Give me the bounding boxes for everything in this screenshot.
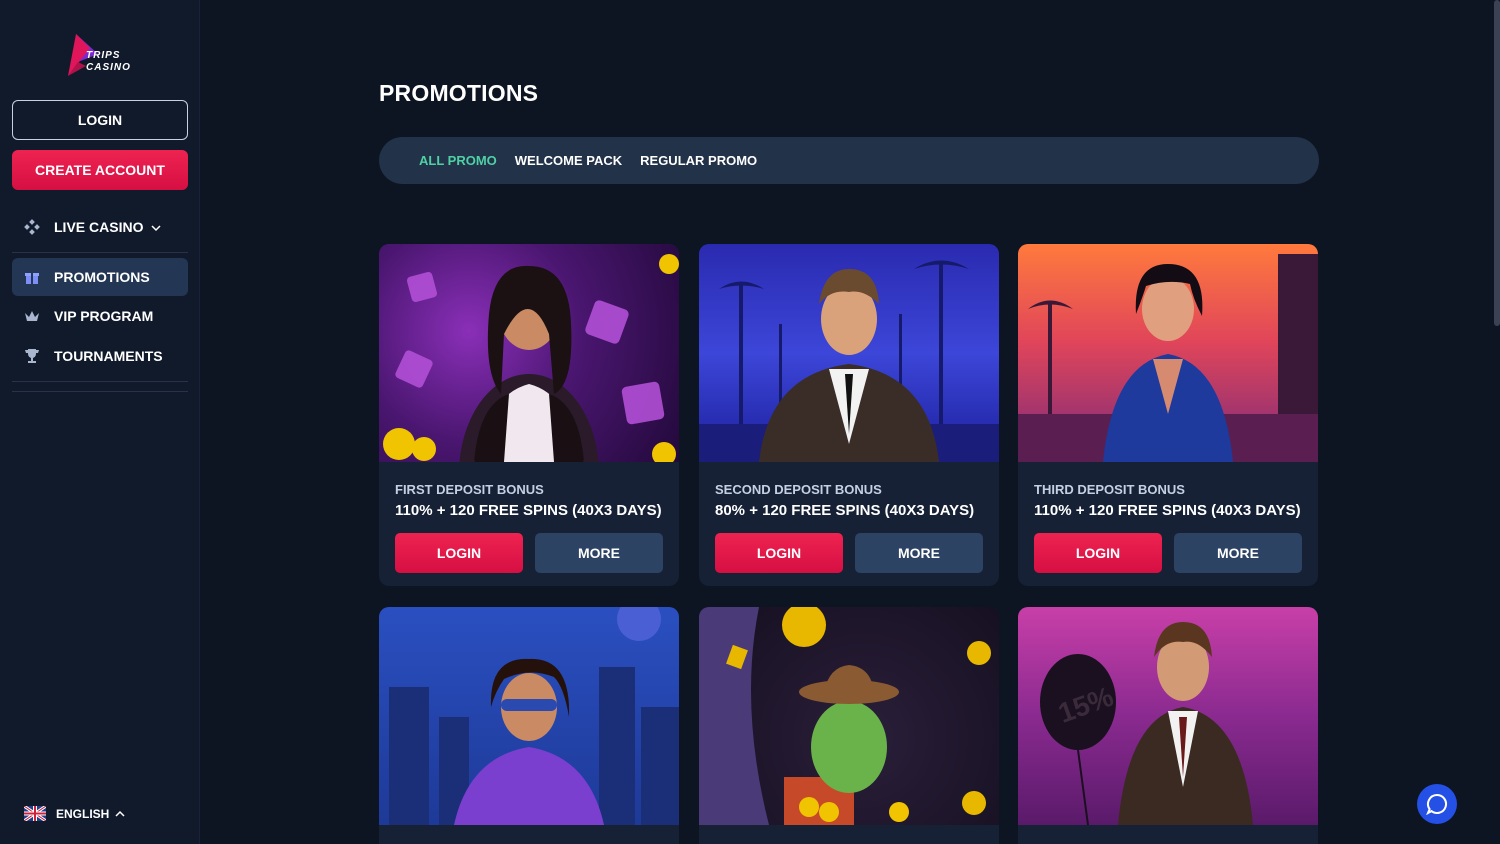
promo-kicker: THIRD DEPOSIT BONUS — [1034, 482, 1185, 497]
language-selector[interactable]: ENGLISH — [24, 806, 125, 821]
sidebar-item-label: PROMOTIONS — [54, 269, 150, 285]
promo-offer: 110% + 120 FREE SPINS (40X3 DAYS) — [395, 502, 662, 519]
sidebar-item-promotions[interactable]: PROMOTIONS — [12, 258, 188, 296]
gift-icon — [24, 269, 40, 285]
sidebar-item-vip-program[interactable]: VIP PROGRAM — [12, 297, 188, 335]
more-button[interactable]: MORE — [535, 533, 663, 573]
sidebar-divider — [12, 391, 188, 392]
login-button[interactable]: LOGIN — [395, 533, 523, 573]
chevron-down-icon — [151, 219, 161, 235]
sidebar-item-label: VIP PROGRAM — [54, 308, 154, 324]
tab-regular-promo[interactable]: REGULAR PROMO — [640, 153, 757, 168]
create-account-button[interactable]: CREATE ACCOUNT — [12, 150, 188, 190]
chat-icon — [1426, 793, 1448, 815]
promo-tabs: ALL PROMO WELCOME PACK REGULAR PROMO — [379, 137, 1319, 184]
more-button[interactable]: MORE — [855, 533, 983, 573]
sidebar-item-tournaments[interactable]: TOURNAMENTS — [12, 337, 188, 375]
promo-image[interactable] — [1018, 244, 1318, 462]
promo-card — [699, 607, 999, 844]
chevron-up-icon — [115, 807, 125, 821]
promo-offer: 110% + 120 FREE SPINS (40X3 DAYS) — [1034, 502, 1301, 519]
sidebar-divider — [12, 381, 188, 382]
scrollbar[interactable] — [1494, 0, 1500, 326]
promo-image[interactable] — [379, 607, 679, 825]
more-button[interactable]: MORE — [1174, 533, 1302, 573]
login-button[interactable]: LOGIN — [1034, 533, 1162, 573]
logo-text: TRIPS CASINO — [86, 50, 131, 74]
promo-offer: 80% + 120 FREE SPINS (40X3 DAYS) — [715, 502, 975, 519]
promo-card: 15% — [1018, 607, 1318, 844]
promo-kicker: SECOND DEPOSIT BONUS — [715, 482, 882, 497]
login-button[interactable]: LOGIN — [715, 533, 843, 573]
crown-icon — [24, 308, 40, 324]
sidebar: TRIPS CASINO LOGIN CREATE ACCOUNT LIVE C… — [0, 0, 200, 844]
logo-line-1: TRIPS — [86, 50, 121, 61]
logo-line-2: CASINO — [86, 62, 131, 73]
uk-flag-icon — [24, 806, 46, 821]
promo-image[interactable]: 15% — [1018, 607, 1318, 825]
chat-button[interactable] — [1417, 784, 1457, 824]
promo-kicker: FIRST DEPOSIT BONUS — [395, 482, 544, 497]
sidebar-login-button[interactable]: LOGIN — [12, 100, 188, 140]
trophy-icon — [24, 348, 40, 364]
dice-icon — [24, 219, 40, 235]
promo-image[interactable] — [699, 607, 999, 825]
page-title: PROMOTIONS — [379, 80, 539, 106]
tab-all-promo[interactable]: ALL PROMO — [419, 153, 497, 168]
promo-image[interactable] — [699, 244, 999, 462]
promo-card: SECOND DEPOSIT BONUS 80% + 120 FREE SPIN… — [699, 244, 999, 586]
promo-card: THIRD DEPOSIT BONUS 110% + 120 FREE SPIN… — [1018, 244, 1318, 586]
promo-card: FIRST DEPOSIT BONUS 110% + 120 FREE SPIN… — [379, 244, 679, 586]
sidebar-item-label: TOURNAMENTS — [54, 348, 163, 364]
promo-image[interactable] — [379, 244, 679, 462]
sidebar-item-label: LIVE CASINO — [54, 219, 144, 235]
sidebar-item-live-casino[interactable]: LIVE CASINO — [12, 208, 188, 246]
sidebar-divider — [12, 252, 188, 253]
language-label: ENGLISH — [56, 806, 110, 821]
promo-card — [379, 607, 679, 844]
tab-welcome-pack[interactable]: WELCOME PACK — [515, 153, 622, 168]
